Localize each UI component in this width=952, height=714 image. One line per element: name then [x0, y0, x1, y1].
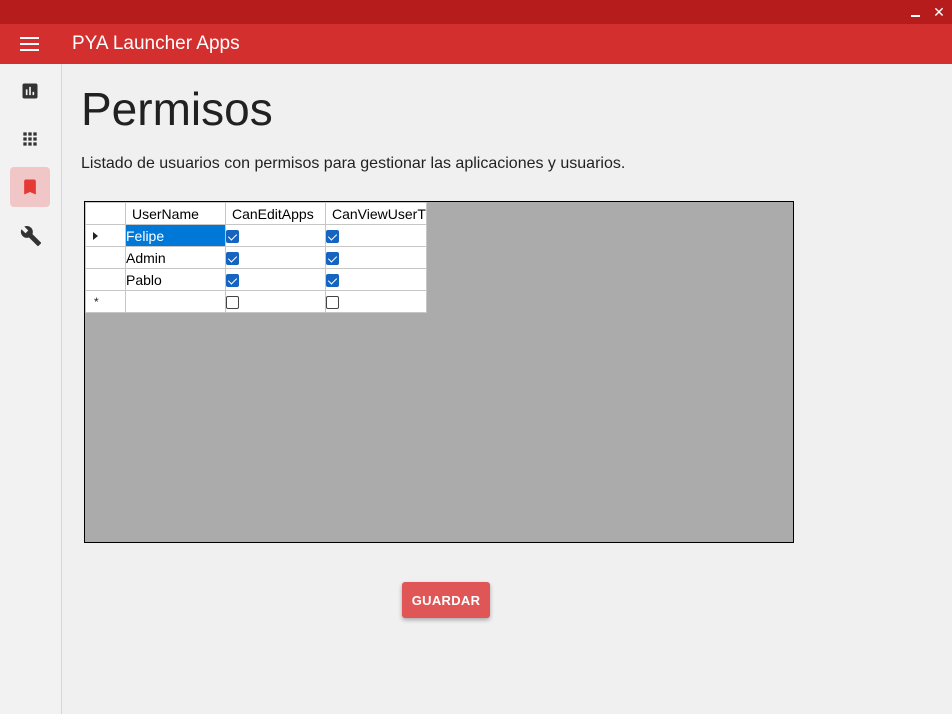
username-cell[interactable]: Felipe: [125, 224, 226, 247]
canviewusers-cell[interactable]: [325, 268, 427, 291]
app-title: PYA Launcher Apps: [72, 33, 240, 54]
row-header[interactable]: [85, 246, 126, 269]
checkbox-unchecked[interactable]: [326, 296, 339, 310]
row-header[interactable]: [85, 268, 126, 291]
table-row[interactable]: Felipe: [85, 224, 427, 247]
table-row[interactable]: Admin: [85, 246, 427, 269]
canviewusers-cell[interactable]: [325, 246, 427, 269]
caneditapps-cell[interactable]: [225, 224, 326, 247]
new-row[interactable]: *: [85, 290, 427, 313]
wrench-icon: [20, 226, 42, 247]
caneditapps-cell[interactable]: [225, 246, 326, 269]
canviewusers-cell[interactable]: [325, 290, 427, 313]
checkbox-checked[interactable]: [226, 252, 239, 266]
bar-chart-icon: [22, 83, 38, 99]
save-button[interactable]: GUARDAR: [402, 582, 490, 618]
checkbox-checked[interactable]: [326, 252, 339, 266]
username-cell[interactable]: Pablo: [125, 268, 226, 291]
canviewusers-cell[interactable]: [325, 224, 427, 247]
checkbox-checked[interactable]: [326, 230, 339, 244]
table-row[interactable]: Pablo: [85, 268, 427, 291]
window-titlebar: ✕: [0, 0, 952, 24]
minimize-icon[interactable]: [904, 2, 926, 22]
grid-corner-cell[interactable]: [85, 202, 126, 225]
table-header-row: UserName CanEditApps CanViewUserT: [85, 202, 427, 225]
page-description: Listado de usuarios con permisos para ge…: [81, 155, 626, 172]
sidebar-item-permisos[interactable]: [10, 167, 50, 207]
page-title: Permisos: [81, 83, 273, 135]
caneditapps-cell[interactable]: [225, 268, 326, 291]
hamburger-menu-icon[interactable]: [20, 37, 40, 52]
close-icon[interactable]: ✕: [928, 2, 950, 22]
checkbox-unchecked[interactable]: [226, 296, 239, 310]
sidebar-item-apps[interactable]: [10, 119, 50, 159]
sidebar: [0, 64, 62, 714]
caneditapps-cell[interactable]: [225, 290, 326, 313]
username-cell[interactable]: [125, 290, 226, 313]
username-cell[interactable]: Admin: [125, 246, 226, 269]
column-header-canviewusers[interactable]: CanViewUserT: [325, 202, 427, 225]
app-bar: PYA Launcher Apps: [0, 24, 952, 64]
current-row-indicator-icon: [93, 232, 98, 240]
checkbox-checked[interactable]: [226, 230, 239, 244]
row-header[interactable]: *: [85, 290, 126, 313]
sidebar-item-dashboard[interactable]: [10, 71, 50, 111]
column-header-username[interactable]: UserName: [125, 202, 226, 225]
checkbox-checked[interactable]: [326, 274, 339, 288]
column-header-caneditapps[interactable]: CanEditApps: [225, 202, 326, 225]
sidebar-item-settings[interactable]: [10, 215, 50, 255]
permissions-table: UserName CanEditApps CanViewUserT Felipe…: [85, 202, 427, 313]
row-header[interactable]: [85, 224, 126, 247]
checkbox-checked[interactable]: [226, 274, 239, 288]
permissions-datagrid[interactable]: UserName CanEditApps CanViewUserT Felipe…: [84, 201, 794, 543]
new-row-indicator-icon: *: [94, 295, 99, 309]
apps-grid-icon: [23, 132, 37, 146]
bookmark-icon: [24, 179, 36, 195]
